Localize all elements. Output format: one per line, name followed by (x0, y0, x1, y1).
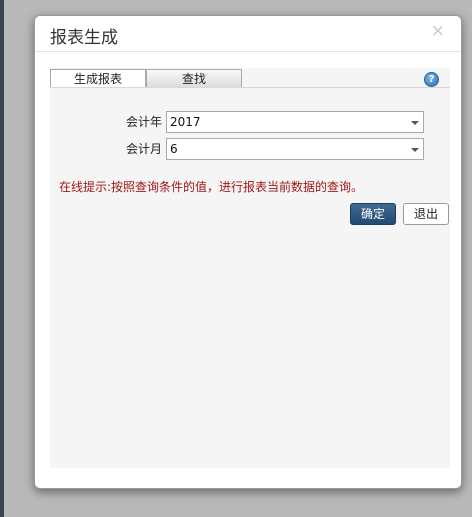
confirm-button[interactable]: 确定 (350, 203, 396, 225)
chevron-down-icon (411, 121, 419, 125)
dialog-body: 生成报表 查找 ? 会计年 2017 会计月 6 在线提示:按照查询条件的值，进… (50, 68, 450, 468)
year-select[interactable]: 2017 (166, 111, 424, 133)
tab-bar: 生成报表 查找 ? (50, 69, 450, 88)
month-select[interactable]: 6 (166, 138, 424, 160)
month-value: 6 (170, 142, 178, 156)
year-value: 2017 (170, 115, 201, 129)
background-panel-edge (0, 0, 4, 517)
chevron-down-icon (411, 148, 419, 152)
online-hint: 在线提示:按照查询条件的值，进行报表当前数据的查询。 (59, 180, 364, 194)
exit-button[interactable]: 退出 (403, 203, 449, 225)
dialog-title: 报表生成 (50, 28, 118, 48)
month-label: 会计月 (125, 142, 162, 156)
question-circle-icon[interactable]: ? (424, 72, 439, 87)
form-row-year: 会计年 2017 (50, 111, 450, 133)
form-row-month: 会计月 6 (50, 138, 450, 160)
year-label: 会计年 (125, 115, 162, 129)
dialog-header: 报表生成 × (35, 16, 461, 52)
close-icon[interactable]: × (431, 21, 445, 41)
tab-search[interactable]: 查找 (146, 69, 242, 87)
report-dialog: 报表生成 × 生成报表 查找 ? 会计年 2017 会计月 6 在线提示:按照查… (34, 15, 462, 489)
tab-generate-report[interactable]: 生成报表 (50, 69, 146, 87)
tab-divider (50, 87, 450, 88)
